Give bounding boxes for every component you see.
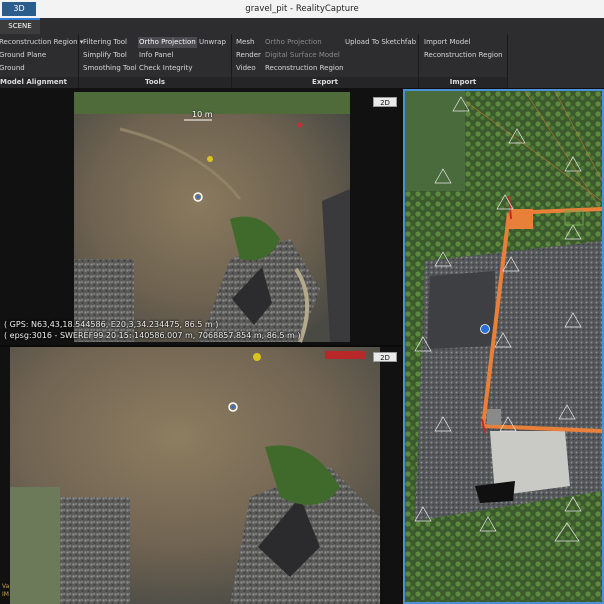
unwrap-button[interactable]: Unwrap xyxy=(198,37,227,48)
group-export: Mesh Render Video Ortho Projection Digit… xyxy=(232,34,419,88)
group-label-tools: Tools xyxy=(79,77,231,88)
3d-view[interactable] xyxy=(403,89,604,604)
export-dsm-button[interactable]: Digital Surface Model xyxy=(264,50,341,61)
view-mode-badge-top[interactable]: 2D xyxy=(373,97,397,107)
export-video-button[interactable]: Video xyxy=(235,63,257,74)
scale-label-top: 10 m xyxy=(192,110,213,119)
group-label-import: Import xyxy=(419,77,507,88)
ground-plane-button[interactable]: Ground Plane xyxy=(0,50,47,61)
tab-scene[interactable]: SCENE xyxy=(0,18,40,34)
export-reconstruction-region-button[interactable]: Reconstruction Region xyxy=(264,63,345,74)
corner-text-1: Va xyxy=(2,583,10,590)
export-mesh-button[interactable]: Mesh xyxy=(235,37,255,48)
ortho-projection-tool-button[interactable]: Ortho Projection xyxy=(138,37,197,48)
title-bar: 3D gravel_pit - RealityCapture xyxy=(0,0,604,19)
import-reconstruction-region-button[interactable]: Reconstruction Region xyxy=(423,50,504,61)
export-ortho-projection-button[interactable]: Ortho Projection xyxy=(264,37,323,48)
smoothing-tool-button[interactable]: Smoothing Tool xyxy=(82,63,138,74)
ribbon: Reconstruction Region ▾ Ground Plane Gro… xyxy=(0,34,604,89)
ortho-image-bottom[interactable] xyxy=(0,347,402,604)
simplify-tool-button[interactable]: Simplify Tool xyxy=(82,50,128,61)
epsg-readout: ( epsg:3016 - SWEREF99 20 15: 140586.007… xyxy=(4,331,301,340)
ribbon-tabs: SCENE xyxy=(0,18,604,34)
info-panel-button[interactable]: Info Panel xyxy=(138,50,174,61)
window-title: gravel_pit - RealityCapture xyxy=(245,4,359,14)
ortho-image-top[interactable] xyxy=(0,89,402,345)
ortho-view-bottom[interactable]: 2D Va IM xyxy=(0,347,402,604)
upload-sketchfab-button[interactable]: Upload To Sketchfab xyxy=(344,37,417,48)
view-mode-badge-bottom[interactable]: 2D xyxy=(373,352,397,362)
export-render-button[interactable]: Render xyxy=(235,50,262,61)
import-model-button[interactable]: Import Model xyxy=(423,37,471,48)
group-label-export: Export xyxy=(232,77,418,88)
group-tools: Filtering Tool Simplify Tool Smoothing T… xyxy=(79,34,232,88)
filtering-tool-button[interactable]: Filtering Tool xyxy=(82,37,128,48)
3d-model-render[interactable] xyxy=(405,91,602,602)
ground-button[interactable]: Ground xyxy=(0,63,26,74)
reconstruction-region-dropdown[interactable]: Reconstruction Region ▾ xyxy=(0,37,84,48)
group-model-alignment: Reconstruction Region ▾ Ground Plane Gro… xyxy=(0,34,83,88)
corner-text-2: IM xyxy=(2,591,9,598)
ortho-view-top[interactable]: 10 m 2D ( GPS: N63,43,18.544586, E20,3,3… xyxy=(0,89,402,345)
group-import: Import Model Reconstruction Region Impor… xyxy=(419,34,508,88)
gps-readout: ( GPS: N63,43,18.544586, E20,3,34.234475… xyxy=(4,320,219,329)
group-label-model-alignment: Model Alignment xyxy=(0,77,78,88)
workspace: 10 m 2D ( GPS: N63,43,18.544586, E20,3,3… xyxy=(0,89,604,604)
check-integrity-button[interactable]: Check Integrity xyxy=(138,63,193,74)
